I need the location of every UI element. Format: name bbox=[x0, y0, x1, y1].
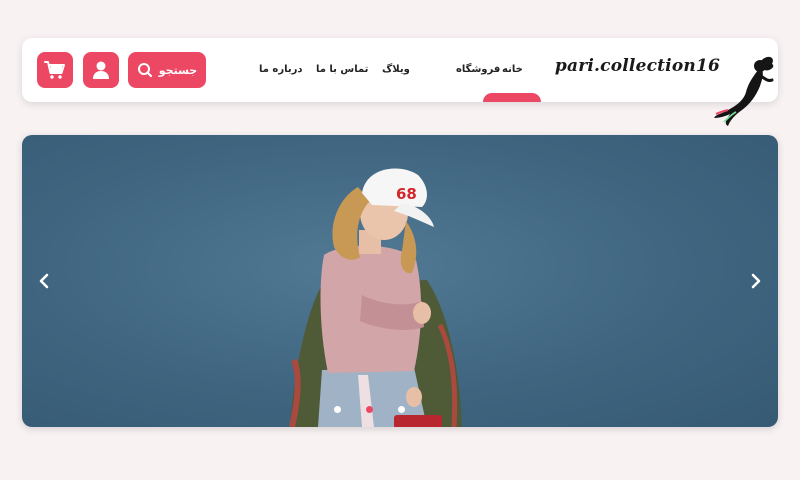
user-account-button[interactable] bbox=[83, 52, 119, 88]
slider-prev-button[interactable] bbox=[34, 271, 54, 291]
hero-slider[interactable]: 68 bbox=[22, 135, 778, 427]
nav-item-contact[interactable]: تماس با ما bbox=[316, 64, 368, 75]
search-button[interactable]: جستجو bbox=[128, 52, 206, 88]
user-icon bbox=[91, 60, 111, 80]
nav-item-about[interactable]: درباره ما bbox=[259, 64, 303, 75]
svg-text:68: 68 bbox=[396, 185, 417, 203]
search-icon bbox=[137, 62, 153, 78]
slider-next-button[interactable] bbox=[746, 271, 766, 291]
header-navbar: pari.collection16 خانه فروشگاه ویلاگ تما… bbox=[22, 38, 778, 126]
slider-dot[interactable] bbox=[398, 406, 405, 413]
search-button-label: جستجو bbox=[158, 63, 198, 77]
cart-button[interactable] bbox=[37, 52, 73, 88]
active-nav-indicator bbox=[483, 93, 541, 102]
slider-dot-active[interactable] bbox=[366, 406, 373, 413]
chevron-left-icon bbox=[34, 273, 54, 295]
hero-slide-image: 68 bbox=[289, 168, 462, 427]
slider-dots bbox=[334, 406, 406, 414]
nav-item-shop[interactable]: فروشگاه bbox=[456, 64, 500, 75]
slider-dot[interactable] bbox=[334, 406, 341, 413]
cart-icon bbox=[44, 60, 66, 80]
chevron-right-icon bbox=[746, 273, 766, 295]
nav-item-blog[interactable]: ویلاگ bbox=[382, 64, 410, 75]
nav-item-home[interactable]: خانه bbox=[502, 64, 523, 75]
